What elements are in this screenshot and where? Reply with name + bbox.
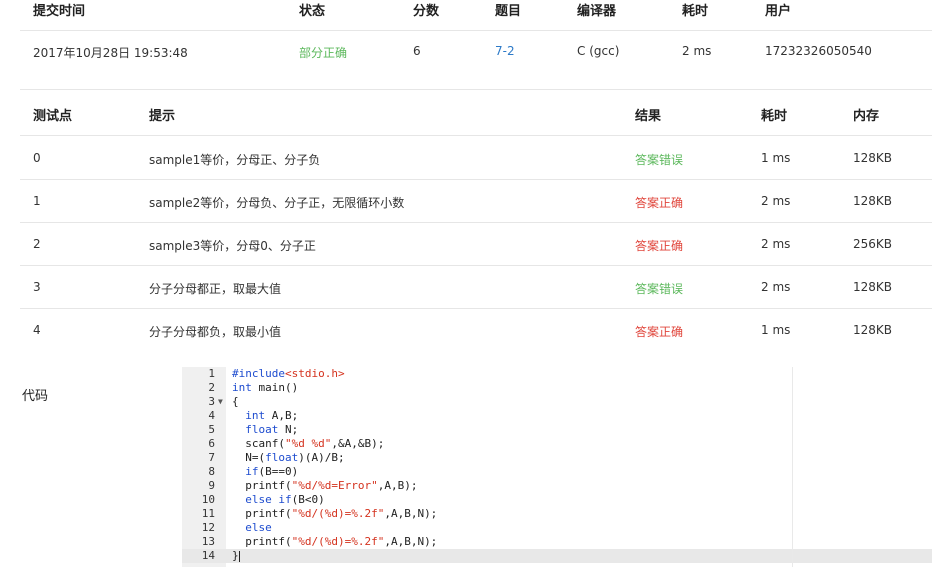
testcase-id: 0 [33,151,41,165]
line-number: 10 [201,493,215,506]
line-number: 8 [208,465,215,478]
line-number: 7 [208,451,215,464]
testcase-result: 答案正确 [635,196,684,210]
fold-arrow-icon[interactable]: ▼ [218,395,223,409]
col-header-score: 分数 [413,4,440,19]
line-number: 6 [208,437,215,450]
code-text: float N; [245,423,299,436]
testcase-result: 答案正确 [635,325,684,339]
code-line: 5 float N; [182,423,932,437]
code-line-active: 14 } [182,549,932,563]
code-text: int main() [232,381,299,394]
code-line: 1 #include<stdio.h> [182,367,932,381]
text-cursor [239,551,240,562]
testcase-hint: sample1等价，分母正、分子负 [149,153,321,167]
testcase-memory: 128KB [853,323,893,337]
testcase-hint: sample2等价，分母负、分子正，无限循环小数 [149,196,405,210]
code-text: scanf("%d %d",&A,&B); [232,437,385,450]
line-number: 3 [208,395,215,408]
line-number: 4 [208,409,215,422]
code-text: if(B==0) [245,465,299,478]
submit-time: 2017年10月28日 19:53:48 [33,46,188,60]
code-text: printf("%d/%d=Error",A,B); [232,479,418,492]
testcase-hint: 分子分母都正，取最大值 [149,282,282,296]
line-number: 5 [208,423,215,436]
score: 6 [413,44,421,58]
col-header-compiler: 编译器 [577,4,617,19]
code-text: else [245,521,272,534]
testcase-memory: 128KB [853,280,893,294]
testcase-time: 2 ms [761,280,791,294]
code-line: 12 else [182,521,932,535]
testcase-time: 2 ms [761,237,791,251]
code-label: 代码 [22,389,49,404]
col-header-memory: 内存 [853,109,880,124]
problem-link[interactable]: 7-2 [495,44,515,58]
code-line: 2 int main() [182,381,932,395]
code-editor[interactable]: 1 #include<stdio.h> 2 int main() 3 ▼ { 4… [182,367,932,567]
testcase-time: 2 ms [761,194,791,208]
code-line: 13 printf("%d/(%d)=%.2f",A,B,N); [182,535,932,549]
code-line: 7 N=(float)(A)/B; [182,451,932,465]
line-number: 9 [208,479,215,492]
testcase-id: 4 [33,323,41,337]
testcase-time: 1 ms [761,323,791,337]
col-header-result: 结果 [635,109,662,124]
testcase-id: 3 [33,280,41,294]
print-margin [792,367,793,567]
code-text: int A,B; [245,409,299,422]
code-text: N=(float)(A)/B; [232,451,345,464]
code-line: 4 int A,B; [182,409,932,423]
code-text: { [232,395,239,408]
line-number: 2 [208,381,215,394]
code-line: 6 scanf("%d %d",&A,&B); [182,437,932,451]
col-header-status: 状态 [299,4,326,19]
line-number: 1 [208,367,215,380]
col-header-problem: 题目 [495,4,522,19]
col-header-submit-time: 提交时间 [33,4,86,19]
compiler: C (gcc) [577,44,620,58]
code-line: 3 ▼ { [182,395,932,409]
code-line: 11 printf("%d/(%d)=%.2f",A,B,N); [182,507,932,521]
testcase-hint: 分子分母都负，取最小值 [149,325,282,339]
status-badge[interactable]: 部分正确 [299,44,347,61]
testcase-id: 2 [33,237,41,251]
line-number: 13 [201,535,215,548]
testcase-hint: sample3等价，分母0、分子正 [149,239,316,253]
testcase-memory: 128KB [853,151,893,165]
code-text: printf("%d/(%d)=%.2f",A,B,N); [232,507,438,520]
code-text: } [232,549,239,562]
code-line: 10 else if(B<0) [182,493,932,507]
code-text: else if(B<0) [245,493,325,506]
line-number: 11 [201,507,215,520]
elapsed-time: 2 ms [682,44,712,58]
testcase-result: 答案正确 [635,239,684,253]
testcase-result: 答案错误 [635,282,684,296]
line-number: 12 [201,521,215,534]
code-line: 9 printf("%d/%d=Error",A,B); [182,479,932,493]
col-header-hint: 提示 [149,109,176,124]
line-number: 14 [201,549,215,562]
col-header-elapsed: 耗时 [682,4,709,19]
testcase-memory: 128KB [853,194,893,208]
testcase-id: 1 [33,194,41,208]
testcase-time: 1 ms [761,151,791,165]
code-text: #include<stdio.h> [232,367,345,380]
code-text: printf("%d/(%d)=%.2f",A,B,N); [232,535,438,548]
code-line: 8 if(B==0) [182,465,932,479]
col-header-time: 耗时 [761,109,788,124]
testcase-result: 答案错误 [635,153,684,167]
col-header-testcase: 测试点 [33,109,73,124]
user-id: 17232326050540 [765,44,872,58]
col-header-user: 用户 [765,4,792,19]
testcase-memory: 256KB [853,237,893,251]
